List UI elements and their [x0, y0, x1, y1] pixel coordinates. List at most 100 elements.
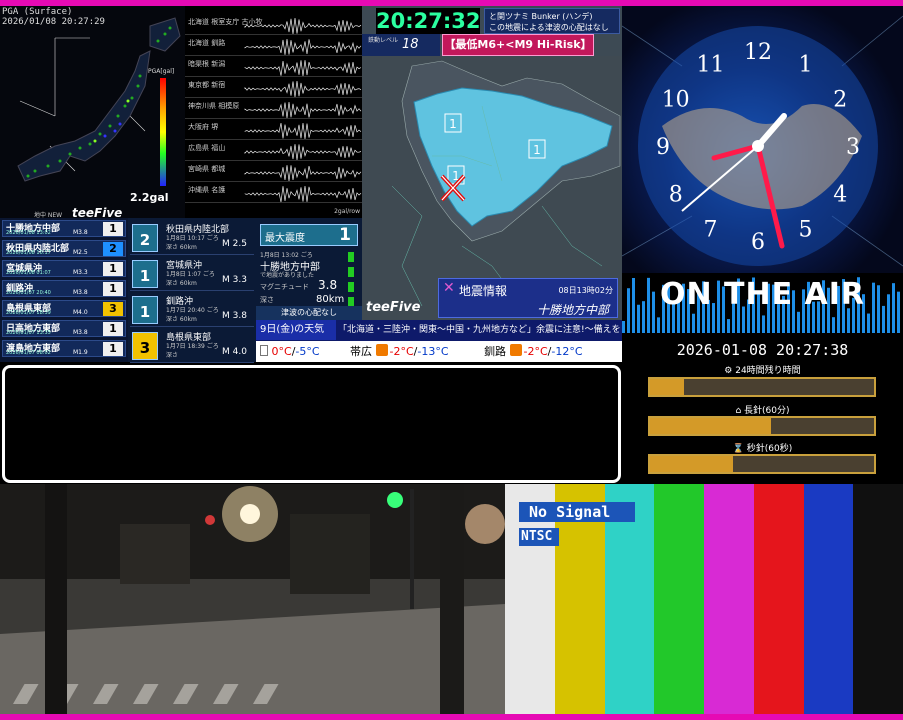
quake-info-box: ✕ 地震情報 08日13時02分 十勝地方中部 [438, 278, 618, 318]
gauge-min-fill [650, 418, 771, 434]
max-intensity-box: 最大震度 1 [260, 224, 358, 246]
quake-datetime: 2026/01/07 20:40 [6, 290, 51, 296]
spectrum-bar [727, 319, 730, 333]
quake-magnitude: M 3.3 [222, 275, 247, 285]
shake-level-box: 鉄動レベル 18 [362, 34, 440, 56]
color-bar [853, 484, 903, 714]
clock-numeral: 3 [846, 135, 860, 160]
quake-magnitude: M 2.5 [222, 239, 247, 249]
weather-day: 9日(金)の天気 [256, 320, 336, 340]
intensity-badge: 2 [132, 224, 158, 252]
eew-note-line1: と関ツナミ Bunker (ハンデ) [489, 12, 593, 21]
intensity-list-item: 十勝地方中部 2026/01/08 13:02 M3.8 1 [2, 220, 126, 237]
spectrum-bar [867, 313, 870, 333]
quake-datetime: 1月7日 20:40 ごろ [166, 307, 219, 314]
pga-brand-logo: teeFive [72, 206, 123, 218]
quake-datetime: 2026/01/08 13:02 [6, 230, 51, 236]
quake-datetime: 1月8日 10:17 ごろ [166, 235, 219, 242]
quake-depth: 深さ [166, 352, 179, 359]
intensity-list-item: 渡島地方東部 2026/01/07 08:02 M1.9 1 [2, 340, 126, 357]
intensity-badge: 1 [103, 262, 123, 276]
seismogram-row: 広島県 福山 [185, 142, 362, 161]
recent-quake-list: 2 秋田県内陸北部 1月8日 10:17 ごろ 深さ 60km M 2.5 1 宮城県沖 1月… [128, 218, 256, 363]
risk-banner: 【最低M6+<M9 Hi-Risk】 [442, 34, 594, 56]
latest-note: で地震がありました [260, 272, 315, 279]
tsunami-status: 津波の心配なし [256, 306, 362, 320]
seismogram-trace [244, 102, 362, 119]
quake-magnitude: M3.8 [73, 229, 88, 236]
weather-warning-ticker: 「北海道・三陸沖・関東～中国・九州地方など」余震に注意!～備えを～ [338, 322, 620, 338]
japan-pga-map [17, 17, 181, 186]
clock-numeral: 4 [833, 183, 847, 208]
intensity-list-item: 釧路沖 2026/01/07 20:40 M3.8 1 [2, 280, 126, 297]
quake-magnitude: M 4.0 [222, 347, 247, 357]
snow-icon [260, 345, 268, 356]
on-air-title: ON THE AIR [659, 277, 866, 312]
clock-numeral: 7 [704, 217, 718, 242]
eew-brand-logo: teeFive [366, 300, 421, 315]
seismogram-trace [244, 165, 362, 182]
recent-quake-item: 3 島根県東部 1月7日 18:39 ごろ 深さ M 4.0 [130, 328, 254, 363]
quake-magnitude: M4.0 [73, 309, 88, 316]
quake-magnitude: M3.8 [73, 329, 88, 336]
seismogram-row: 北海道 根室支庁 古小牧 [185, 16, 362, 35]
latest-quake-detail: 最大震度 1 1月8日 13:02 ごろ 十勝地方中部 で地震がありました マグ… [256, 218, 362, 318]
clock-numeral: 10 [662, 88, 690, 113]
seismogram-row: 東京都 新宿 [185, 79, 362, 98]
quake-datetime: 1月8日 1:07 ごろ [166, 271, 215, 278]
seismogram-trace [244, 81, 362, 98]
spectrum-bar [692, 313, 695, 333]
quake-magnitude: M1.9 [73, 349, 88, 356]
gauge-min-label: ⌂ 長針(60分) [735, 406, 790, 416]
quake-datetime: 2026/01/08 01:07 [6, 270, 51, 276]
intensity-history-list: 十勝地方中部 2026/01/08 13:02 M3.8 1 秋田県内陸北部 2026/0… [0, 218, 128, 362]
on-air-panel: ON THE AIR 2026-01-08 20:27:38 ⚙ 24時間残り時… [622, 273, 903, 480]
sun-icon [375, 344, 388, 356]
info-region: 十勝地方中部 [536, 303, 609, 317]
gauge-sec-label: ⌛ 秒針(60秒) [732, 444, 793, 454]
max-intensity-value: 1 [339, 225, 351, 245]
sun-icon [509, 344, 522, 356]
info-time: 08日13時02分 [558, 286, 613, 295]
pga-brand-small: 地中 NEW [34, 212, 63, 218]
gauge-24h [648, 377, 876, 397]
latest-depth-value: 80km [316, 294, 345, 305]
pga-gal-value: 2.2gal [130, 191, 169, 204]
seismo-scale: 2gal/row [334, 208, 360, 215]
analog-clock: 12 12 3 45 6 78 9 10 11 [622, 15, 903, 267]
clock-numeral: 6 [751, 230, 765, 255]
gauge-min [648, 416, 876, 436]
latest-mag-value: 3.8 [318, 278, 338, 292]
quake-datetime: 2026/01/07 13:35 [6, 330, 51, 336]
shake-level-label: 鉄動レベル [368, 37, 399, 44]
quake-depth: 深さ 60km [166, 244, 197, 251]
intensity-badge: 3 [103, 302, 123, 316]
info-label: 地震情報 [459, 284, 508, 298]
intensity-list-item: 秋田県内陸北部 2026/01/08 10:17 M2.5 2 [2, 240, 126, 257]
quake-magnitude: M3.3 [73, 269, 88, 276]
seismogram-trace [244, 123, 362, 140]
quake-magnitude: M2.5 [73, 249, 88, 256]
intensity-badge: 1 [103, 322, 123, 336]
spectrum-bar [622, 321, 625, 333]
clock-center [752, 140, 764, 152]
spectrum-bar [847, 308, 850, 333]
weather-forecast-row: 0°C/-5°C 帯広 -2°C/-13°C 釧路 -2°C/-12°C [256, 341, 622, 362]
pga-map-panel: PGA (Surface) 2026/01/08 20:27:29 PGA[ga… [0, 6, 185, 218]
eew-clock: 20:27:32 [376, 8, 481, 34]
traffic-light [387, 492, 403, 508]
color-bar [654, 484, 705, 714]
spectrum-bar [832, 317, 835, 333]
seismogram-row: 暗渠根 新潟 [185, 58, 362, 77]
gauge-sec-fill [650, 456, 733, 472]
quake-depth: 深さ 60km [166, 316, 197, 323]
info-x-icon: ✕ [443, 280, 455, 296]
intensity-list-item: 島根県東部 2026/01/07 18:39 M4.0 3 [2, 300, 126, 317]
shake-level-value: 18 [402, 37, 419, 52]
quake-datetime: 2026/01/08 10:17 [6, 250, 51, 256]
color-bar [704, 484, 755, 714]
seismogram-row: 沖縄県 名護 [185, 184, 362, 203]
weather-bar: 9日(金)の天気 「北海道・三陸沖・関東～中国・九州地方など」余震に注意!～備え… [256, 320, 622, 362]
map-intensity-1b: 1 [533, 143, 541, 157]
gauge-24h-label: ⚙ 24時間残り時間 [724, 366, 801, 376]
